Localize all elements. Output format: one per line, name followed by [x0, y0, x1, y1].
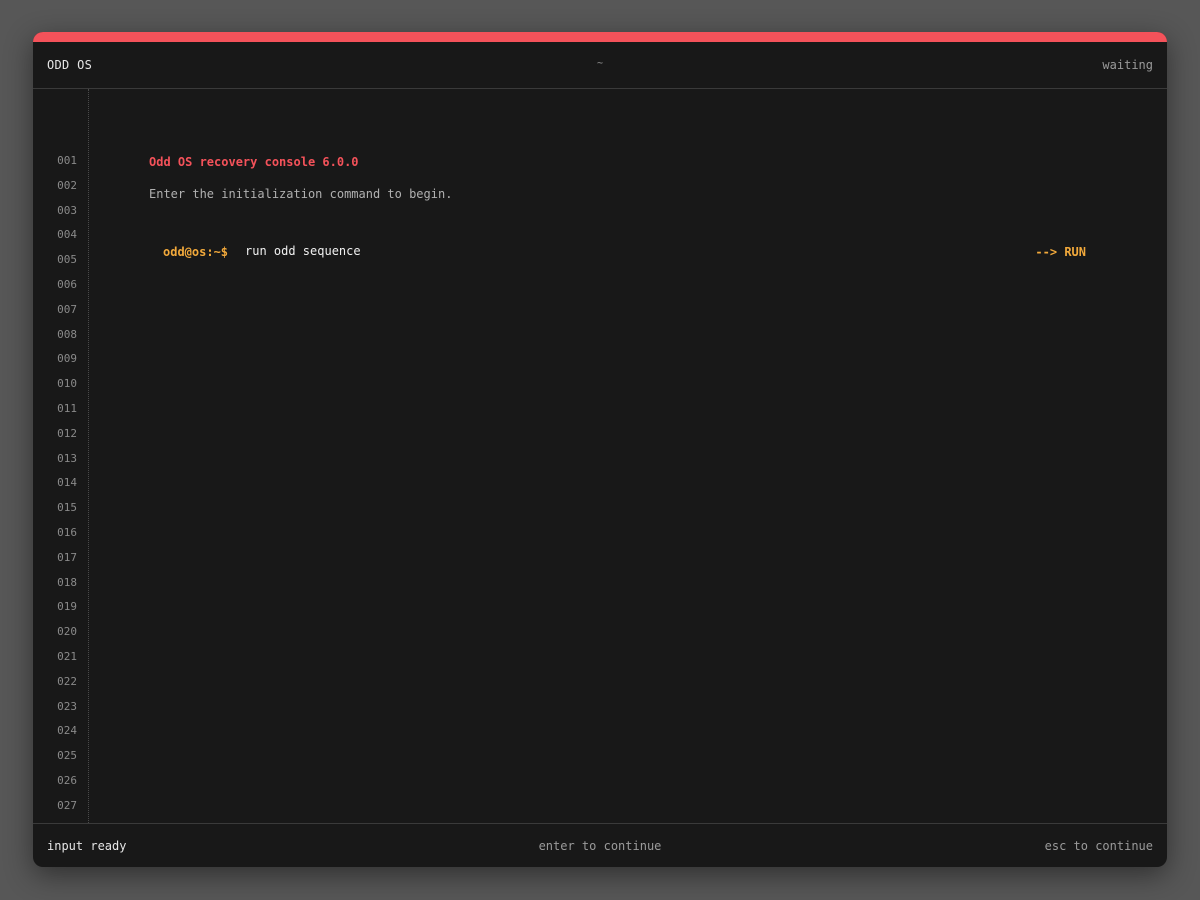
command-input[interactable] [241, 241, 949, 261]
terminal-window: ODD OS ~ waiting 001 002 003 004 005 006 007 00… [33, 32, 1167, 867]
line-number: 018 [57, 575, 77, 589]
title-bar: ODD OS ~ waiting [33, 42, 1167, 89]
line-number: 012 [57, 426, 77, 440]
line-number: 009 [57, 352, 77, 366]
line-number: 014 [57, 476, 77, 490]
line-number-gutter: 001 002 003 004 005 006 007 008 009 010 011 012 013 0… [33, 89, 89, 823]
line-number: 010 [57, 377, 77, 391]
line-number: 025 [57, 749, 77, 763]
line-number: 015 [57, 501, 77, 515]
line-number: 006 [57, 278, 77, 291]
line-number: 011 [57, 402, 77, 415]
status-indicator: waiting [1102, 58, 1153, 72]
line-number: 026 [57, 774, 77, 787]
line-number: 024 [57, 724, 77, 738]
run-button[interactable]: --> RUN [1035, 241, 1086, 263]
console-banner: Odd OS recovery console 6.0.0 [149, 155, 359, 169]
current-path: ~ [596, 58, 604, 69]
line-number: 021 [57, 650, 77, 663]
line-number: 017 [57, 550, 77, 564]
command-prompt-row: odd@os:~$ --> RUN [149, 239, 1099, 265]
esc-hint: esc to continue [1044, 839, 1153, 853]
line-number: 004 [57, 228, 77, 242]
line-number: 016 [57, 526, 77, 539]
line-number: 023 [57, 699, 77, 713]
line-number: 008 [57, 327, 77, 341]
line-number: 005 [57, 253, 77, 267]
line-number: 007 [57, 302, 77, 316]
prompt-label: odd@os:~$ [163, 245, 229, 259]
console-content: Odd OS recovery console 6.0.0 Enter the … [89, 89, 1167, 823]
line-number: 019 [57, 600, 77, 614]
line-number: 013 [57, 451, 77, 465]
line-number: 003 [57, 203, 77, 217]
accent-bar [33, 32, 1167, 42]
line-number: 001 [57, 154, 77, 167]
console-instructions: Enter the initialization command to begi… [149, 187, 453, 201]
line-number: 020 [57, 625, 77, 639]
line-number: 002 [57, 178, 77, 192]
enter-hint: enter to continue [538, 839, 662, 853]
line-number: 027 [57, 798, 77, 812]
status-footer: input ready enter to continue esc to con… [33, 823, 1167, 867]
line-number: 022 [57, 674, 77, 688]
